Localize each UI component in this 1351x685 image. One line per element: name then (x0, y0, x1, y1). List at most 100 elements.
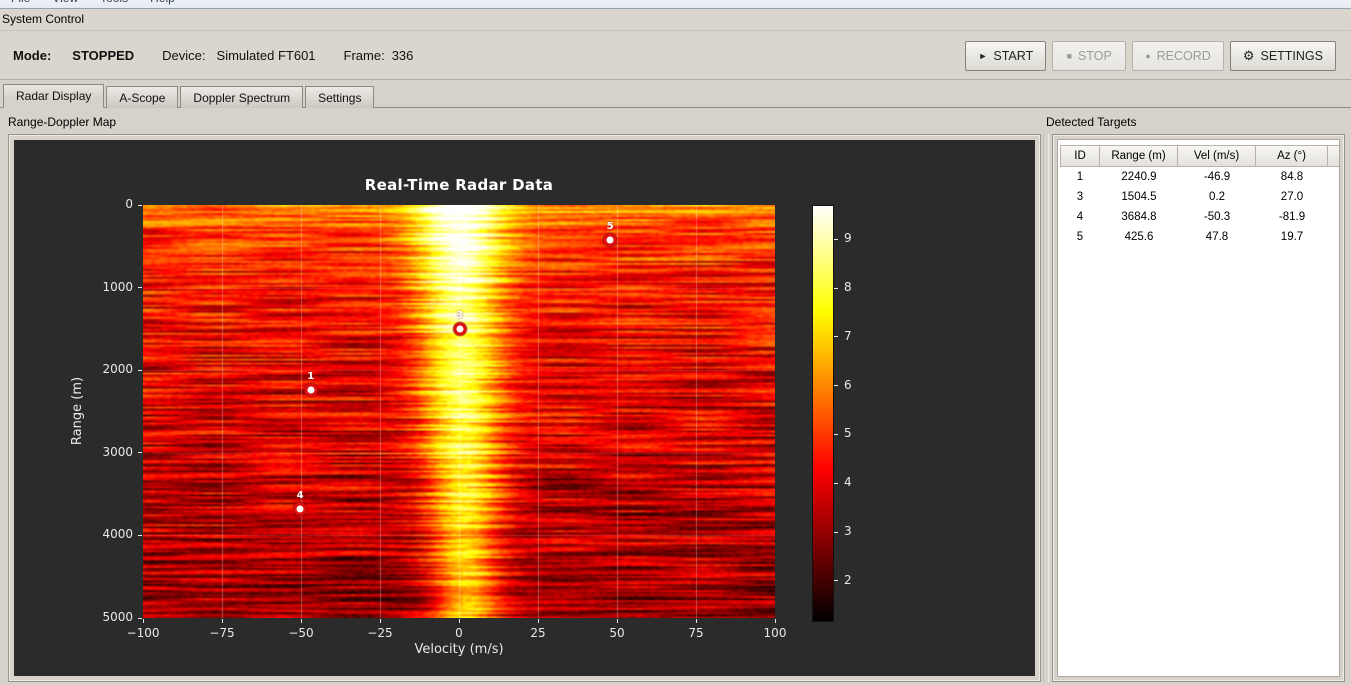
table-row[interactable]: 4 3684.8 -50.3 -81.9 (1060, 207, 1339, 227)
main-panel: Range-Doppler Map Detected Targets Real-… (0, 108, 1351, 685)
y-tick (138, 452, 142, 454)
range-doppler-heatmap (143, 205, 775, 618)
detected-targets-groupbox: ID Range (m) Vel (m/s) Az (°) 1 2240.9 -46.9 84… (1052, 134, 1345, 682)
menu-item-tools[interactable]: Tools (89, 0, 139, 5)
button-label: SETTINGS (1260, 49, 1323, 63)
colorbar-tick (834, 336, 838, 338)
x-tick (379, 619, 381, 623)
x-tick-label: 25 (530, 626, 546, 640)
y-tick-label: 0 (125, 197, 133, 211)
y-axis-label: Range (m) (70, 376, 85, 446)
colorbar-tick (834, 433, 838, 435)
colorbar-tick-label: 3 (844, 524, 852, 539)
x-tick (458, 619, 460, 623)
button-label: STOP (1078, 49, 1112, 63)
button-label: RECORD (1156, 49, 1211, 63)
table-cell: 47.8 (1178, 227, 1256, 247)
x-tick-label: −50 (288, 626, 314, 640)
table-cell: 4 (1060, 207, 1100, 227)
mode-label: Mode: (13, 47, 52, 63)
colorbar-tick-label: 7 (844, 328, 852, 343)
x-tick-label: 50 (609, 626, 625, 640)
frame-label: Frame: (343, 47, 385, 63)
panel-splitter[interactable] (1043, 134, 1049, 682)
colorbar (812, 205, 834, 622)
x-tick (616, 619, 618, 623)
radar-app-window: { "window": { "width": 1351, "height": 6… (0, 0, 1351, 685)
table-cell: 19.7 (1256, 227, 1328, 247)
x-tick (695, 619, 697, 623)
column-header-id[interactable]: ID (1060, 145, 1100, 167)
device-label: Device: (162, 47, 206, 63)
table-cell: 0.2 (1178, 187, 1256, 207)
record-icon: ● (1145, 51, 1151, 61)
plot-title: Real-Time Radar Data (364, 176, 554, 194)
tab-a-scope[interactable]: A-Scope (106, 86, 179, 108)
x-tick-label: 75 (688, 626, 704, 640)
x-tick (537, 619, 539, 623)
colorbar-tick (834, 580, 838, 582)
mode-status-value: STOPPED (72, 47, 135, 63)
table-cell: -50.3 (1178, 207, 1256, 227)
table-cell: 425.6 (1100, 227, 1178, 247)
tab-doppler-spectrum[interactable]: Doppler Spectrum (180, 86, 304, 108)
system-control-toolbar: System Control Mode: STOPPED Device: Sim… (0, 9, 1351, 80)
detected-targets-label: Detected Targets (1046, 115, 1137, 129)
menu-bar: FileViewToolsHelp (0, 0, 1351, 9)
colorbar-tick (834, 531, 838, 533)
table-row[interactable]: 5 425.6 47.8 19.7 (1060, 227, 1339, 247)
menu-item-help[interactable]: Help (139, 0, 186, 5)
device-value: Simulated FT601 (216, 47, 316, 63)
tab-bar: Radar Display A-Scope Doppler Spectrum Sett… (0, 84, 1351, 108)
column-header-az[interactable]: Az (°) (1256, 145, 1328, 167)
settings-button[interactable]: ⚙ SETTINGS (1229, 41, 1336, 71)
start-button[interactable]: ► START (965, 41, 1047, 71)
radar-plot-area: Real-Time Radar Data Velocity (m/s) Rang… (14, 140, 1035, 676)
target-marker-label: 5 (606, 221, 614, 233)
y-tick (138, 534, 142, 536)
record-button[interactable]: ● RECORD (1132, 41, 1224, 71)
menu-item-file[interactable]: File (0, 0, 41, 5)
tab-radar-display[interactable]: Radar Display (3, 84, 105, 108)
y-tick (138, 204, 142, 206)
column-header-spacer (1328, 145, 1339, 167)
table-cell: 1504.5 (1100, 187, 1178, 207)
target-marker-label: 3 (456, 310, 464, 322)
button-label: START (993, 49, 1034, 63)
y-tick-label: 3000 (102, 444, 133, 459)
colorbar-tick-label: 4 (844, 475, 852, 490)
status-row: Mode: STOPPED Device: Simulated FT601 Fr… (0, 33, 413, 77)
colorbar-tick-label: 8 (844, 280, 852, 294)
y-tick (138, 369, 142, 371)
colorbar-tick-label: 6 (844, 377, 852, 392)
y-tick (138, 287, 142, 289)
table-row[interactable]: 3 1504.5 0.2 27.0 (1060, 187, 1339, 207)
column-header-range-m[interactable]: Range (m) (1100, 145, 1178, 167)
range-doppler-map-label: Range-Doppler Map (8, 115, 117, 129)
x-tick-label: −75 (209, 626, 235, 640)
stop-icon: ■ (1066, 51, 1073, 61)
x-tick-label: −100 (126, 626, 160, 640)
table-cell: 2240.9 (1100, 167, 1178, 187)
y-tick-label: 5000 (102, 610, 133, 624)
tab-settings[interactable]: Settings (305, 86, 375, 108)
x-axis-label: Velocity (m/s) (414, 642, 504, 657)
frame-counter-value: 336 (391, 47, 414, 63)
play-icon: ► (978, 51, 988, 61)
y-tick (138, 617, 142, 619)
gear-icon: ⚙ (1242, 48, 1255, 63)
colorbar-tick (834, 385, 838, 387)
targets-table: ID Range (m) Vel (m/s) Az (°) 1 2240.9 -46.9 84… (1060, 145, 1339, 247)
table-cell: 27.0 (1256, 187, 1328, 207)
colorbar-tick-label: 2 (844, 572, 852, 587)
x-tick (142, 619, 144, 623)
table-cell: 5 (1060, 227, 1100, 247)
table-row[interactable]: 1 2240.9 -46.9 84.8 (1060, 167, 1339, 187)
menu-items: FileViewToolsHelp (0, 0, 1351, 8)
table-cell: 84.8 (1256, 167, 1328, 187)
stop-button[interactable]: ■ STOP (1052, 41, 1127, 71)
menu-item-view[interactable]: View (41, 0, 89, 5)
table-cell: 3684.8 (1100, 207, 1178, 227)
column-header-vel-m-s[interactable]: Vel (m/s) (1178, 145, 1256, 167)
y-tick-label: 2000 (102, 362, 133, 377)
